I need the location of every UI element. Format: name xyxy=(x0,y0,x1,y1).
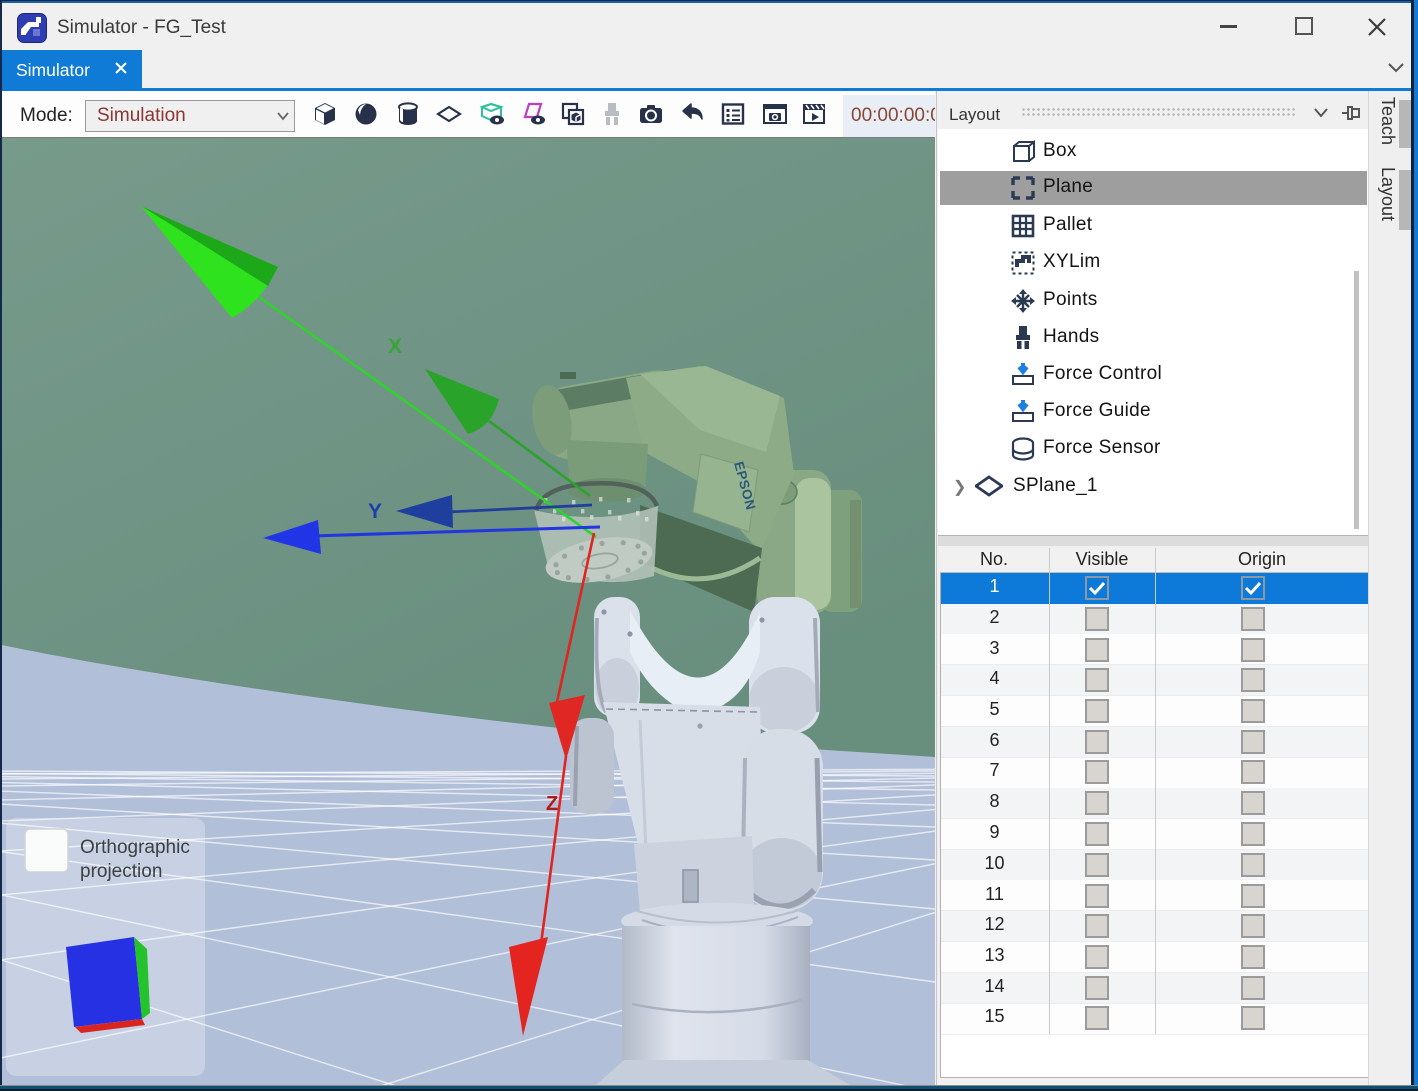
svg-text:Z: Z xyxy=(546,793,558,815)
svg-text:Orthographic: Orthographic xyxy=(80,837,190,858)
svg-text:projection: projection xyxy=(80,861,162,882)
svg-text:Y: Y xyxy=(368,500,382,523)
svg-text:X: X xyxy=(388,335,402,358)
